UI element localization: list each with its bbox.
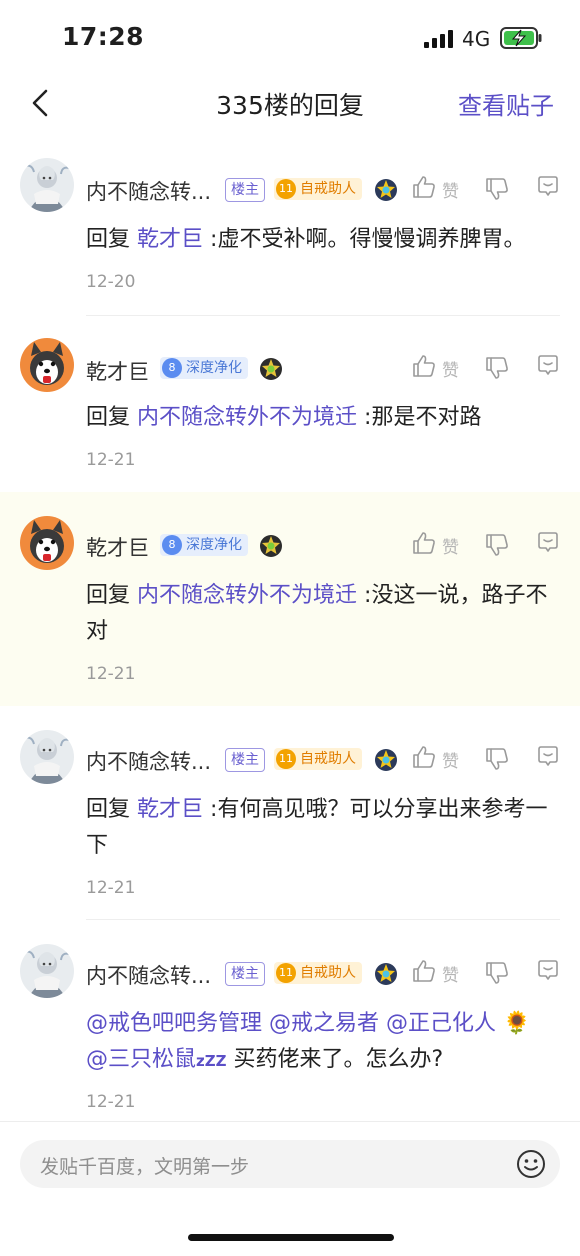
reply-input-bar: 发贴千百度，文明第一步 (0, 1121, 580, 1256)
reply-input[interactable]: 发贴千百度，文明第一步 (20, 1140, 560, 1188)
thumbs-down-icon[interactable] (484, 176, 510, 202)
reply-text: 回复 乾才巨 :虚不受补啊。得慢慢调养脾胃。 (86, 227, 526, 252)
reply-item: 内不随念转... 楼主 11 自戒助人 赞 回复 乾才巨 :虚不受补啊。得慢慢调养… (0, 140, 580, 320)
thumbs-up-icon[interactable] (411, 530, 437, 556)
reply-item: 内不随念转... 楼主 11 自戒助人 赞 @戒色吧吧务管理 @戒之易者 @正己化… (0, 920, 580, 1120)
mention-link[interactable]: @戒色吧吧务管理 (86, 1011, 262, 1036)
host-badge: 楼主 (225, 962, 265, 986)
mention-link[interactable]: @三只松鼠 (86, 1047, 196, 1072)
reply-date: 12-21 (86, 450, 136, 470)
reply-date: 12-20 (86, 272, 136, 292)
reply-item-highlighted: 乾才巨 8 深度净化 赞 回复 内不随念转外不为境迁 :没这一说，路子不对 12-… (0, 492, 580, 706)
level-badge: 8 深度净化 (160, 534, 248, 556)
reply-date: 12-21 (86, 878, 136, 898)
avatar[interactable] (20, 516, 74, 570)
comment-icon[interactable] (535, 958, 561, 984)
mention-link[interactable]: 内不随念转外不为境迁 (137, 583, 357, 608)
medal-icon (375, 179, 397, 201)
mention-link[interactable]: 内不随念转外不为境迁 (137, 405, 357, 430)
avatar[interactable] (20, 944, 74, 998)
reply-date: 12-21 (86, 664, 136, 684)
back-arrow-icon[interactable] (26, 88, 56, 118)
sleep-icon: zZZ (196, 1052, 227, 1070)
comment-icon[interactable] (535, 353, 561, 379)
host-badge: 楼主 (225, 748, 265, 772)
level-badge: 11 自戒助人 (274, 178, 362, 200)
thumbs-down-icon[interactable] (484, 960, 510, 986)
username[interactable]: 内不随念转... (86, 746, 211, 776)
network-type: 4G (462, 27, 491, 51)
thumbs-up-icon[interactable] (411, 958, 437, 984)
sunflower-emoji: 🌻 (503, 1011, 531, 1036)
avatar[interactable] (20, 158, 74, 212)
reply-text: 回复 内不随念转外不为境迁 :没这一说，路子不对 (86, 583, 548, 644)
mention-link[interactable]: 乾才巨 (137, 227, 203, 252)
thumbs-down-icon[interactable] (484, 532, 510, 558)
like-label[interactable]: 赞 (442, 533, 459, 558)
comment-icon[interactable] (535, 530, 561, 556)
mention-link[interactable]: @戒之易者 (269, 1011, 379, 1036)
medal-icon (375, 749, 397, 771)
reply-text: 回复 内不随念转外不为境迁 :那是不对路 (86, 405, 482, 430)
host-badge: 楼主 (225, 178, 265, 202)
reply-item: 乾才巨 8 深度净化 赞 回复 内不随念转外不为境迁 :那是不对路 12-21 (0, 318, 580, 492)
thumbs-up-icon[interactable] (411, 744, 437, 770)
reply-date: 12-21 (86, 1092, 136, 1112)
signal-icon (424, 30, 453, 48)
home-indicator (188, 1234, 394, 1241)
like-label[interactable]: 赞 (442, 747, 459, 772)
level-badge: 8 深度净化 (160, 357, 248, 379)
mention-link[interactable]: @正己化人 (386, 1011, 496, 1036)
thumbs-down-icon[interactable] (484, 746, 510, 772)
level-badge: 11 自戒助人 (274, 962, 362, 984)
avatar[interactable] (20, 730, 74, 784)
medal-icon (260, 358, 282, 380)
thumbs-up-icon[interactable] (411, 353, 437, 379)
username[interactable]: 乾才巨 (86, 532, 149, 562)
like-label[interactable]: 赞 (442, 356, 459, 381)
view-post-link[interactable]: 查看贴子 (458, 86, 554, 121)
battery-charging-icon (500, 27, 542, 49)
avatar[interactable] (20, 338, 74, 392)
status-time: 17:28 (62, 22, 145, 51)
thumbs-down-icon[interactable] (484, 355, 510, 381)
like-label[interactable]: 赞 (442, 961, 459, 986)
reply-text: 回复 乾才巨 :有何高见哦？可以分享出来参考一下 (86, 797, 548, 858)
emoji-icon[interactable] (516, 1149, 546, 1179)
like-label[interactable]: 赞 (442, 177, 459, 202)
reply-text: @戒色吧吧务管理 @戒之易者 @正己化人 🌻 @三只松鼠zZZ 买药佬来了。怎么… (86, 1011, 531, 1072)
mention-link[interactable]: 乾才巨 (137, 797, 203, 822)
username[interactable]: 内不随念转... (86, 960, 211, 990)
username[interactable]: 乾才巨 (86, 356, 149, 386)
medal-icon (260, 535, 282, 557)
comment-icon[interactable] (535, 174, 561, 200)
nav-bar: 335楼的回复 查看贴子 (0, 78, 580, 128)
thumbs-up-icon[interactable] (411, 174, 437, 200)
comment-icon[interactable] (535, 744, 561, 770)
reply-item: 内不随念转... 楼主 11 自戒助人 赞 回复 乾才巨 :有何高见哦？可以分享出… (0, 706, 580, 920)
divider (86, 315, 560, 316)
username[interactable]: 内不随念转... (86, 176, 211, 206)
medal-icon (375, 963, 397, 985)
reply-input-placeholder: 发贴千百度，文明第一步 (40, 1156, 250, 1178)
level-badge: 11 自戒助人 (274, 748, 362, 770)
status-bar: 17:28 4G (0, 0, 580, 78)
